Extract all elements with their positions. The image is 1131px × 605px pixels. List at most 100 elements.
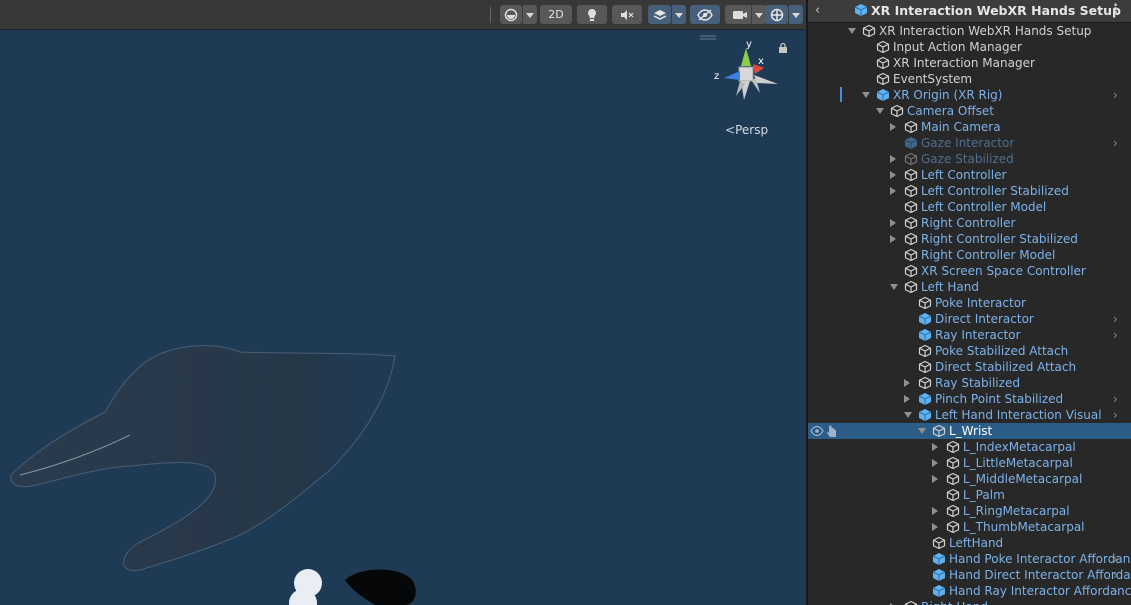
hierarchy-item[interactable]: Main Camera [808, 119, 1131, 135]
hierarchy-item-label: Pinch Point Stabilized [935, 392, 1064, 406]
gameobject-cube-icon [904, 248, 918, 262]
expand-arrow-icon[interactable] [890, 155, 896, 163]
more-options-icon[interactable]: ⋮ [1109, 2, 1122, 17]
collapse-arrow-icon[interactable] [918, 428, 926, 434]
hierarchy-item[interactable]: EventSystem [808, 71, 1131, 87]
hierarchy-item-label: Direct Interactor [935, 312, 1034, 326]
hierarchy-item[interactable]: L_RingMetacarpal [808, 503, 1131, 519]
back-arrow-icon[interactable]: ‹ [815, 3, 820, 18]
gameobject-cube-icon [946, 456, 960, 470]
projection-toggle[interactable]: <Persp [725, 123, 768, 137]
collapse-arrow-icon[interactable] [862, 92, 870, 98]
hierarchy-item[interactable]: Right Controller Stabilized [808, 231, 1131, 247]
hierarchy-item[interactable]: L_Palm [808, 487, 1131, 503]
open-prefab-chevron-icon[interactable]: › [1113, 551, 1118, 567]
hierarchy-item[interactable]: LeftHand [808, 535, 1131, 551]
hierarchy-item[interactable]: L_MiddleMetacarpal [808, 471, 1131, 487]
expand-arrow-icon[interactable] [904, 379, 910, 387]
open-prefab-chevron-icon[interactable]: › [1113, 311, 1118, 327]
hierarchy-item-label: Hand Ray Interactor Affordance [949, 584, 1131, 598]
gameobject-cube-icon [904, 168, 918, 182]
lighting-toggle-button[interactable] [577, 5, 607, 24]
open-prefab-chevron-icon[interactable]: › [1113, 391, 1118, 407]
pickable-hand-icon[interactable] [826, 424, 838, 438]
expand-arrow-icon[interactable] [890, 171, 896, 179]
hierarchy-item[interactable]: XR Screen Space Controller [808, 263, 1131, 279]
hierarchy-item[interactable]: Left Hand [808, 279, 1131, 295]
hierarchy-item[interactable]: Poke Stabilized Attach [808, 343, 1131, 359]
hierarchy-item[interactable]: Input Action Manager [808, 39, 1131, 55]
collapse-arrow-icon[interactable] [890, 284, 898, 290]
hierarchy-item[interactable]: Hand Ray Interactor Affordance › [808, 583, 1131, 599]
hierarchy-header: ‹ XR Interaction WebXR Hands Setup ⋮ [808, 0, 1131, 23]
collapse-arrow-icon[interactable] [904, 412, 912, 418]
hierarchy-item[interactable]: Right Hand [808, 599, 1131, 605]
hierarchy-item[interactable]: Camera Offset [808, 103, 1131, 119]
hierarchy-item[interactable]: XR Interaction WebXR Hands Setup [808, 23, 1131, 39]
hierarchy-item[interactable]: Direct Interactor › [808, 311, 1131, 327]
scene-visibility-button[interactable] [690, 5, 720, 24]
2d-toggle-button[interactable]: 2D [540, 5, 572, 24]
hierarchy-item[interactable]: Ray Stabilized [808, 375, 1131, 391]
audio-toggle-button[interactable] [612, 5, 642, 24]
orientation-gizmo[interactable]: y x z [712, 38, 784, 106]
visibility-eye-icon[interactable] [810, 424, 824, 438]
expand-arrow-icon[interactable] [932, 459, 938, 467]
gizmos-toggle-button[interactable] [765, 5, 788, 24]
hierarchy-item[interactable]: Left Controller [808, 167, 1131, 183]
hierarchy-item[interactable]: Gaze Interactor › [808, 135, 1131, 151]
expand-arrow-icon[interactable] [890, 187, 896, 195]
expand-arrow-icon[interactable] [890, 123, 896, 131]
expand-arrow-icon[interactable] [932, 475, 938, 483]
hierarchy-item[interactable]: Hand Direct Interactor Affordance› [808, 567, 1131, 583]
hierarchy-item[interactable]: L_IndexMetacarpal [808, 439, 1131, 455]
gizmos-dropdown[interactable] [788, 5, 803, 24]
hierarchy-item[interactable]: Direct Stabilized Attach [808, 359, 1131, 375]
prefab-stage-title: XR Interaction WebXR Hands Setup [871, 3, 1121, 18]
expand-arrow-icon[interactable] [890, 235, 896, 243]
expand-arrow-icon[interactable] [932, 443, 938, 451]
hierarchy-item[interactable]: XR Origin (XR Rig) › [808, 87, 1131, 103]
prefab-cube-icon [918, 329, 932, 341]
draw-mode-button[interactable] [500, 5, 522, 24]
hierarchy-item-label: Gaze Interactor [921, 136, 1015, 150]
open-prefab-chevron-icon[interactable]: › [1113, 583, 1118, 599]
hierarchy-item[interactable]: Poke Interactor [808, 295, 1131, 311]
expand-arrow-icon[interactable] [890, 219, 896, 227]
hierarchy-item[interactable]: Right Controller Model [808, 247, 1131, 263]
hierarchy-item[interactable]: Hand Poke Interactor Affordance › [808, 551, 1131, 567]
hierarchy-item[interactable]: Left Controller Model [808, 199, 1131, 215]
collapse-arrow-icon[interactable] [848, 28, 856, 34]
effects-toggle-button[interactable] [648, 5, 671, 24]
hierarchy-item[interactable]: Right Controller [808, 215, 1131, 231]
gameobject-cube-icon [946, 504, 960, 518]
camera-dropdown[interactable] [751, 5, 766, 24]
hand-mesh-object[interactable] [0, 330, 430, 605]
gameobject-cube-icon [918, 296, 932, 310]
open-prefab-chevron-icon[interactable]: › [1113, 87, 1118, 103]
draw-mode-dropdown[interactable] [522, 5, 537, 24]
expand-arrow-icon[interactable] [932, 523, 938, 531]
hierarchy-item[interactable]: L_LittleMetacarpal [808, 455, 1131, 471]
hierarchy-item[interactable]: Ray Interactor › [808, 327, 1131, 343]
hierarchy-item[interactable]: L_Wrist [808, 423, 1131, 439]
open-prefab-chevron-icon[interactable]: › [1113, 135, 1118, 151]
open-prefab-chevron-icon[interactable]: › [1113, 327, 1118, 343]
z-axis-cone[interactable] [724, 71, 740, 80]
hierarchy-item[interactable]: Gaze Stabilized [808, 151, 1131, 167]
hierarchy-item[interactable]: L_ThumbMetacarpal [808, 519, 1131, 535]
poke-point-shape[interactable] [345, 569, 416, 605]
expand-arrow-icon[interactable] [932, 507, 938, 515]
hierarchy-item[interactable]: Left Hand Interaction Visual › [808, 407, 1131, 423]
collapse-arrow-icon[interactable] [876, 108, 884, 114]
y-axis-cone[interactable] [741, 48, 751, 66]
hierarchy-item[interactable]: Pinch Point Stabilized › [808, 391, 1131, 407]
effects-dropdown[interactable] [671, 5, 686, 24]
expand-arrow-icon[interactable] [904, 395, 910, 403]
open-prefab-chevron-icon[interactable]: › [1113, 407, 1118, 423]
open-prefab-chevron-icon[interactable]: › [1113, 567, 1118, 583]
scene-view[interactable]: 2D y x z <Persp [0, 0, 806, 605]
hierarchy-item[interactable]: Left Controller Stabilized [808, 183, 1131, 199]
neg-x-cone[interactable] [754, 75, 778, 84]
hierarchy-item[interactable]: XR Interaction Manager [808, 55, 1131, 71]
